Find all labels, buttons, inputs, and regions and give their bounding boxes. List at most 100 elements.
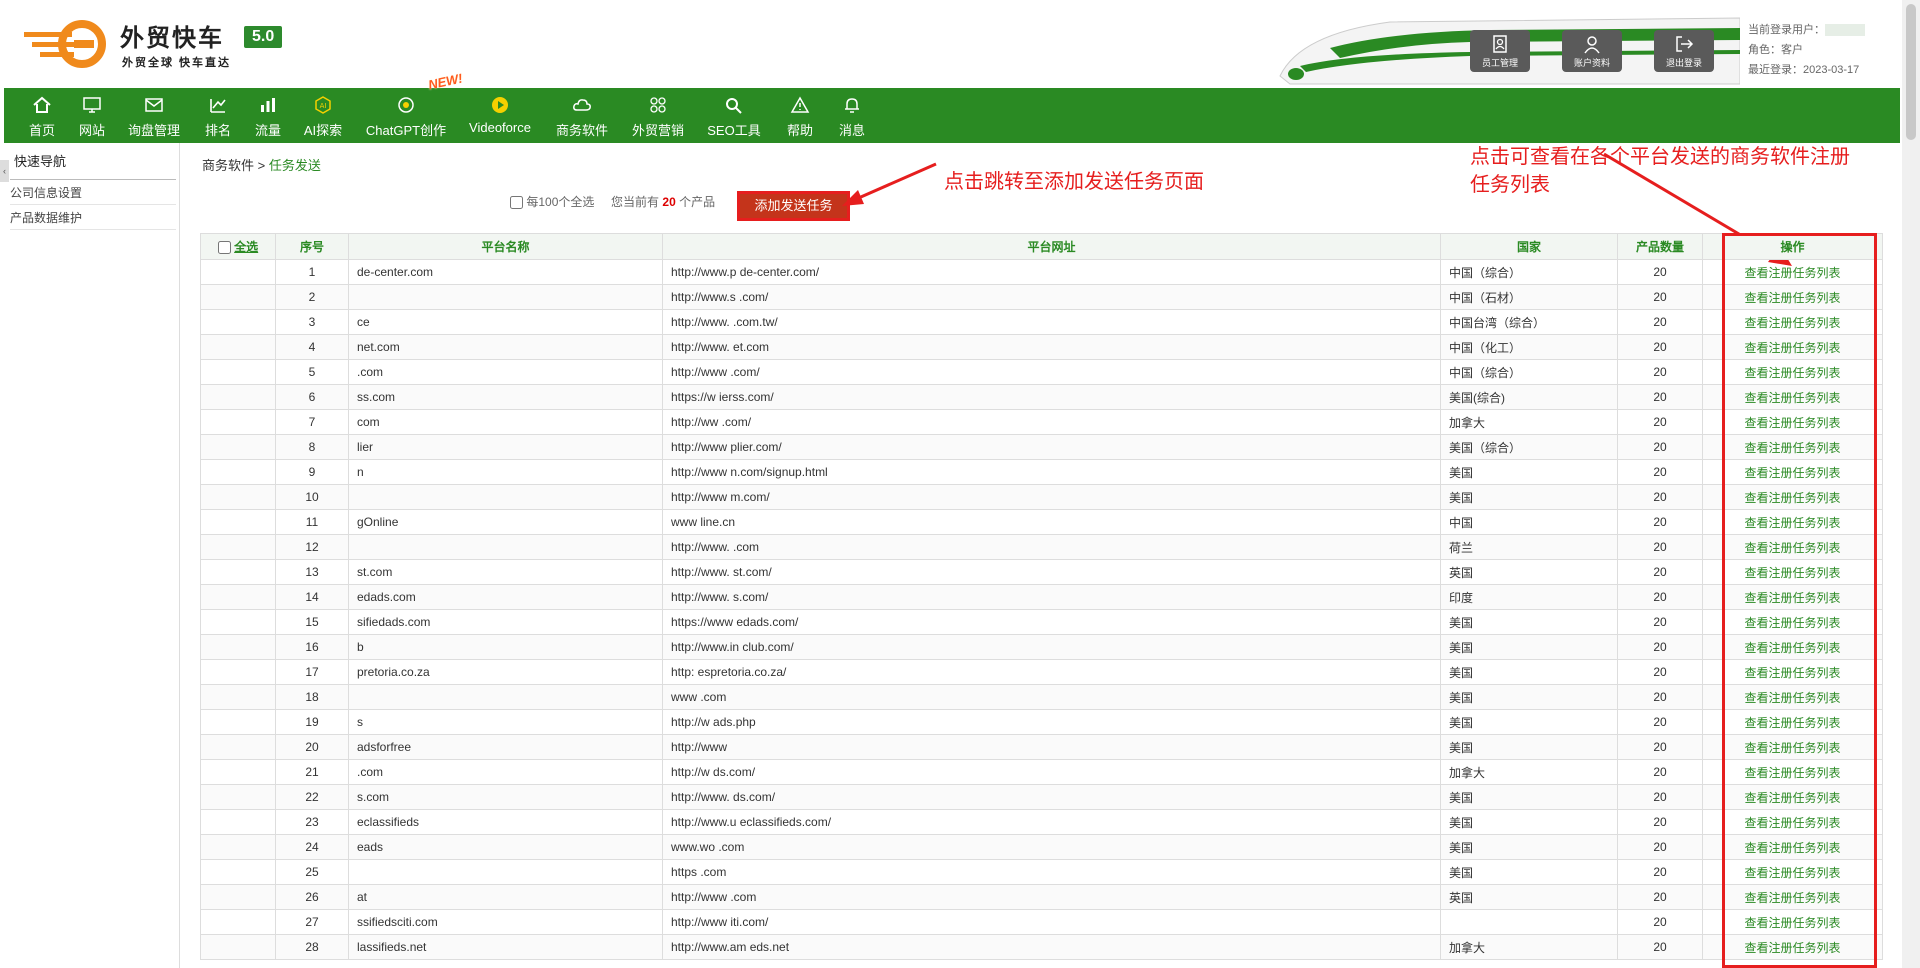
row-select-cell[interactable] bbox=[200, 684, 276, 710]
nav-ai-explore[interactable]: AI AI探索 bbox=[300, 88, 346, 143]
row-platform-url: http://www .com bbox=[662, 884, 1441, 910]
sidebar-item-company-info[interactable]: 公司信息设置 bbox=[10, 181, 176, 205]
select-all-checkbox[interactable] bbox=[217, 241, 231, 255]
row-select-cell[interactable] bbox=[200, 884, 276, 910]
row-platform-url: www line.cn bbox=[662, 509, 1441, 535]
logo-subtitle: 外贸全球 快车直达 bbox=[122, 57, 232, 69]
row-select-cell[interactable] bbox=[200, 659, 276, 685]
row-select-cell[interactable] bbox=[200, 634, 276, 660]
table-row: 16 b http://www.in club.com/美国 20 查看注册任务列表 bbox=[200, 634, 1883, 660]
logo-title: 外贸快车 bbox=[120, 25, 224, 52]
row-select-cell[interactable] bbox=[200, 909, 276, 935]
row-select-cell[interactable] bbox=[200, 709, 276, 735]
row-select-cell[interactable] bbox=[200, 284, 276, 310]
row-select-cell[interactable] bbox=[200, 459, 276, 485]
bars-icon bbox=[261, 98, 275, 112]
logout-button[interactable]: 退出登录 bbox=[1654, 30, 1714, 72]
row-platform-url: http://www n.com/signup.html bbox=[662, 459, 1441, 485]
row-select-cell[interactable] bbox=[200, 609, 276, 635]
row-select-cell[interactable] bbox=[200, 509, 276, 535]
product-count: 20 bbox=[662, 195, 676, 209]
nav-messages[interactable]: 消息 bbox=[832, 88, 872, 143]
row-select-cell[interactable] bbox=[200, 334, 276, 360]
page-scrollbar[interactable] bbox=[1902, 0, 1920, 968]
row-platform-name: n bbox=[348, 459, 663, 485]
nav-seo-tools[interactable]: SEO工具 bbox=[704, 88, 764, 143]
row-select-cell[interactable] bbox=[200, 784, 276, 810]
sidebar: 快速导航 公司信息设置 产品数据维护 bbox=[0, 143, 180, 968]
row-select-cell[interactable] bbox=[200, 484, 276, 510]
row-select-cell[interactable] bbox=[200, 859, 276, 885]
table-row: 27 ssifiedsciti.com http://www iti.com/20 查… bbox=[200, 909, 1883, 935]
row-select-cell[interactable] bbox=[200, 359, 276, 385]
row-number: 6 bbox=[275, 384, 349, 410]
nav-label: 商务软件 bbox=[555, 123, 608, 138]
nav-business-software[interactable]: 商务软件 bbox=[552, 88, 612, 143]
row-platform-name: de-center.com bbox=[348, 259, 663, 285]
nav-traffic[interactable]: 流量 bbox=[248, 88, 288, 143]
row-product-qty: 20 bbox=[1617, 359, 1703, 385]
row-platform-url: http://www. .com.tw/ bbox=[662, 309, 1441, 335]
user-info: 当前登录用户： 角色：客户 最近登录：2023-03-17 bbox=[1748, 20, 1898, 80]
row-number: 2 bbox=[275, 284, 349, 310]
row-select-cell[interactable] bbox=[200, 934, 276, 960]
nav-videoforce[interactable]: Videoforce bbox=[464, 88, 536, 143]
row-select-cell[interactable] bbox=[200, 409, 276, 435]
staff-manage-button[interactable]: 员工管理 bbox=[1470, 30, 1530, 72]
select-100-checkbox[interactable] bbox=[510, 196, 523, 210]
row-platform-name bbox=[348, 684, 663, 710]
sidebar-toggle[interactable]: ‹ bbox=[0, 160, 9, 182]
nav-marketing[interactable]: 外贸营销 bbox=[628, 88, 688, 143]
row-platform-name: eclassifieds bbox=[348, 809, 663, 835]
row-platform-name: edads.com bbox=[348, 584, 663, 610]
staff-icon bbox=[1493, 35, 1507, 53]
scrollbar-thumb[interactable] bbox=[1906, 4, 1916, 140]
row-country: 美国（综合） bbox=[1440, 434, 1618, 460]
bell-icon bbox=[845, 98, 859, 113]
account-info-button[interactable]: 账户资料 bbox=[1562, 30, 1622, 72]
add-send-task-button[interactable]: 添加发送任务 bbox=[737, 191, 850, 221]
select-all-header[interactable]: 全选 bbox=[200, 233, 276, 260]
row-select-cell[interactable] bbox=[200, 584, 276, 610]
row-country: 中国（化工） bbox=[1440, 334, 1618, 360]
sidebar-item-product-data[interactable]: 产品数据维护 bbox=[10, 206, 176, 230]
logo[interactable]: 外贸快车 5.0 外贸全球 快车直达 bbox=[24, 16, 294, 72]
row-select-cell[interactable] bbox=[200, 834, 276, 860]
row-number: 23 bbox=[275, 809, 349, 835]
nav-home[interactable]: 首页 bbox=[22, 88, 62, 143]
nav-ranking[interactable]: 排名 bbox=[198, 88, 238, 143]
nav-label: Videoforce bbox=[469, 120, 531, 135]
svg-text:AI: AI bbox=[320, 102, 327, 110]
row-select-cell[interactable] bbox=[200, 734, 276, 760]
logo-wings-icon bbox=[24, 20, 106, 68]
row-select-cell[interactable] bbox=[200, 434, 276, 460]
row-number: 1 bbox=[275, 259, 349, 285]
row-select-cell[interactable] bbox=[200, 384, 276, 410]
nav-help[interactable]: 帮助 bbox=[780, 88, 820, 143]
row-platform-name: ss.com bbox=[348, 384, 663, 410]
row-platform-name: ce bbox=[348, 309, 663, 335]
row-number: 19 bbox=[275, 709, 349, 735]
table-row: 22 s.com http://www. ds.com/美国 20 查看注册任务列表 bbox=[200, 784, 1883, 810]
row-select-cell[interactable] bbox=[200, 759, 276, 785]
row-select-cell[interactable] bbox=[200, 559, 276, 585]
row-platform-url: http://www iti.com/ bbox=[662, 909, 1441, 935]
nav-label: 排名 bbox=[204, 123, 231, 138]
row-select-cell[interactable] bbox=[200, 809, 276, 835]
row-number: 28 bbox=[275, 934, 349, 960]
home-icon bbox=[33, 96, 51, 113]
row-select-cell[interactable] bbox=[200, 259, 276, 285]
row-platform-name: lassifieds.net bbox=[348, 934, 663, 960]
row-platform-name: at bbox=[348, 884, 663, 910]
logout-label: 退出登录 bbox=[1665, 58, 1702, 68]
row-platform-url: http://www.am eds.net bbox=[662, 934, 1441, 960]
row-select-cell[interactable] bbox=[200, 534, 276, 560]
account-info-label: 账户资料 bbox=[1573, 58, 1610, 68]
nav-inquiry[interactable]: 询盘管理 bbox=[124, 88, 184, 143]
row-select-cell[interactable] bbox=[200, 309, 276, 335]
table-row: 2 http://www.s .com/中国（石材） 20 查看注册任务列表 bbox=[200, 284, 1883, 310]
nav-chatgpt[interactable]: ChatGPT创作 bbox=[364, 88, 448, 143]
breadcrumb-parent[interactable]: 商务软件 bbox=[202, 158, 254, 173]
nav-website[interactable]: 网站 bbox=[72, 88, 112, 143]
table-row: 21 .com http://w ds.com/加拿大 20 查看注册任务列表 bbox=[200, 759, 1883, 785]
